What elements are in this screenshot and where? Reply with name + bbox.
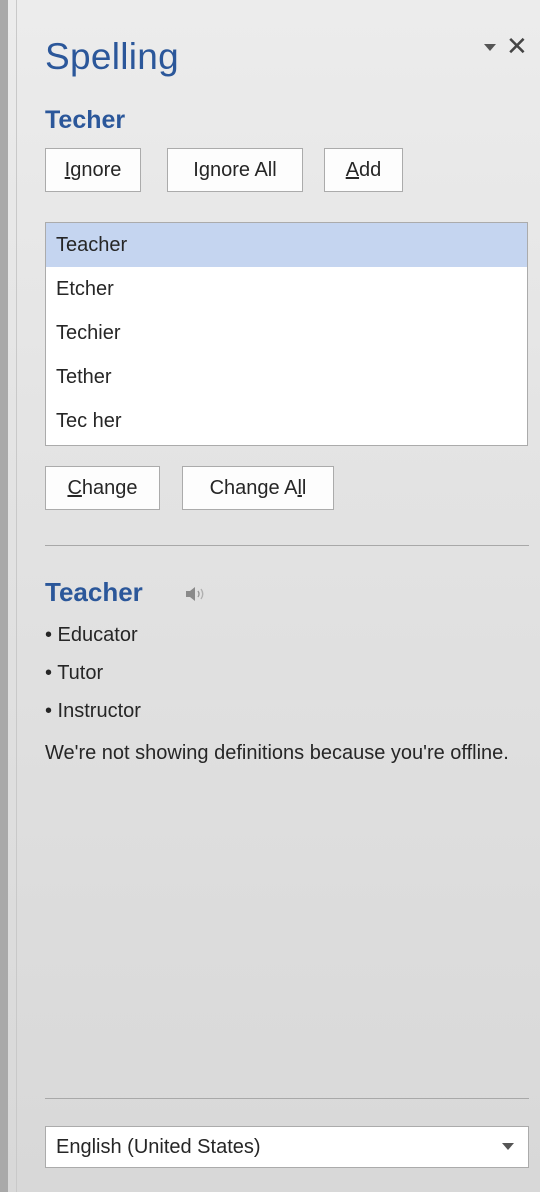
close-icon[interactable]: ✕ — [506, 32, 528, 62]
suggestion-item[interactable]: Tether — [46, 355, 527, 399]
pane-title: Spelling — [45, 36, 180, 77]
suggestion-item[interactable]: Tec her — [46, 399, 527, 443]
suggestion-item[interactable]: Teacher — [46, 223, 527, 267]
misspelled-word: Techer — [45, 106, 126, 134]
pane-options-arrow-icon[interactable] — [484, 44, 496, 51]
synonym-item: • Instructor — [45, 700, 141, 722]
synonym-item: • Tutor — [45, 662, 104, 684]
speaker-icon[interactable] — [185, 586, 207, 602]
synonym-item: • Educator — [45, 624, 138, 646]
offline-message: We're not showing definitions because yo… — [45, 742, 509, 764]
language-select[interactable]: English (United States) — [45, 1126, 529, 1168]
suggestion-item[interactable]: Techier — [46, 311, 527, 355]
definition-word: Teacher — [45, 577, 143, 607]
chevron-down-icon — [502, 1143, 514, 1150]
change-button[interactable]: Change — [45, 466, 160, 510]
language-select-value: English (United States) — [56, 1135, 261, 1158]
spelling-pane: Spelling ✕ Techer Ignore Ig nore All Add … — [0, 0, 540, 1192]
change-all-button[interactable]: Change All — [182, 466, 334, 510]
suggestion-item[interactable]: Etcher — [46, 267, 527, 311]
spelling-pane-body: Spelling ✕ Techer Ignore Ig nore All Add … — [16, 0, 540, 1192]
suggestions-list[interactable]: Teacher Etcher Techier Tether Tec her — [45, 222, 528, 446]
ignore-all-button[interactable]: Ig nore All — [167, 148, 303, 192]
add-button[interactable]: Add — [324, 148, 403, 192]
section-divider — [45, 545, 529, 546]
footer-divider — [45, 1098, 529, 1099]
ignore-button[interactable]: Ignore — [45, 148, 141, 192]
